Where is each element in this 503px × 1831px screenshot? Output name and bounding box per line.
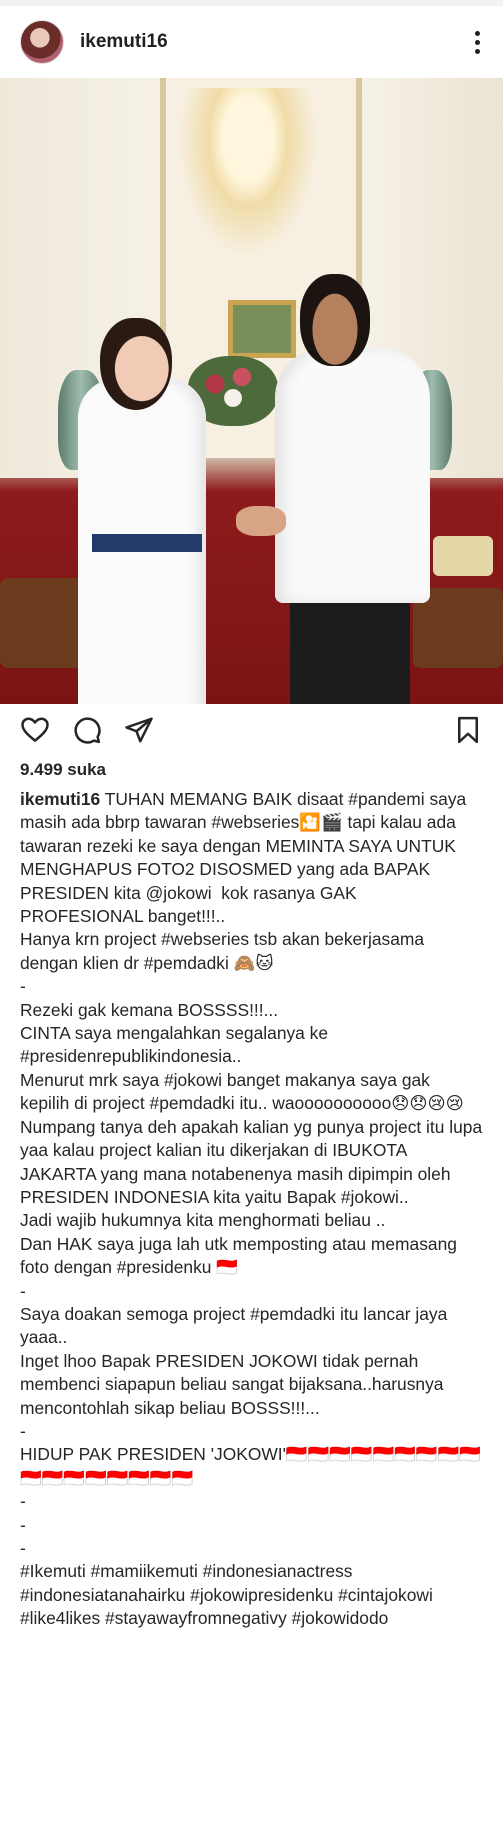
post-username[interactable]: ikemuti16 bbox=[80, 31, 465, 53]
like-count[interactable]: 9.499 suka bbox=[0, 756, 503, 786]
post-photo[interactable] bbox=[0, 78, 503, 704]
heart-icon[interactable] bbox=[20, 715, 50, 745]
more-vertical-icon[interactable] bbox=[465, 22, 489, 62]
caption-text: TUHAN MEMANG BAIK disaat #pandemi saya m… bbox=[20, 789, 483, 1629]
comment-icon[interactable] bbox=[72, 715, 102, 745]
post-actions bbox=[0, 704, 503, 756]
post-caption: ikemuti16 TUHAN MEMANG BAIK disaat #pand… bbox=[0, 786, 503, 1631]
caption-username[interactable]: ikemuti16 bbox=[20, 789, 100, 809]
avatar[interactable] bbox=[20, 20, 64, 64]
post-header: ikemuti16 bbox=[0, 6, 503, 78]
send-icon[interactable] bbox=[124, 715, 154, 745]
bookmark-icon[interactable] bbox=[453, 715, 483, 745]
